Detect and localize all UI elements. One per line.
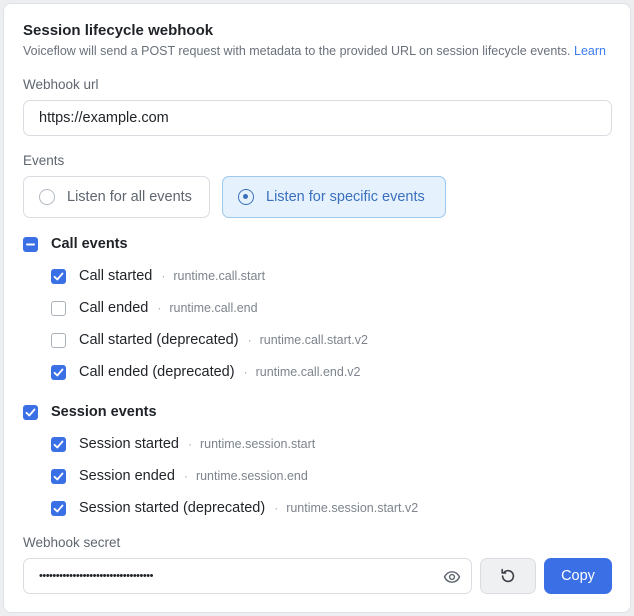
webhook-settings-card: Session lifecycle webhook Voiceflow will… [3, 3, 631, 613]
refresh-icon [501, 568, 515, 583]
event-checkbox[interactable] [51, 436, 66, 452]
radio-unselected-icon [39, 189, 55, 205]
separator-dot: · [161, 269, 166, 283]
event-label: Call ended (deprecated) [79, 364, 235, 380]
session-events-checkbox[interactable] [23, 404, 38, 420]
event-label: Session started (deprecated) [79, 500, 266, 516]
listen-specific-events-option[interactable]: Listen for specific events [222, 176, 446, 218]
group-call-events: Call events [23, 234, 128, 254]
separator-dot: · [157, 301, 162, 315]
event-row: Call ended (deprecated) · runtime.call.e… [51, 362, 361, 382]
event-checkbox[interactable] [51, 268, 66, 284]
event-label: Session ended [79, 468, 175, 484]
section-description: Voiceflow will send a POST request with … [23, 44, 606, 58]
listen-all-label: Listen for all events [67, 189, 192, 205]
check-icon [53, 472, 64, 480]
separator-dot: · [187, 437, 192, 451]
webhook-url-label: Webhook url [23, 77, 99, 92]
webhook-secret-masked-value: •••••••••••••••••••••••••••••••••• [39, 570, 153, 582]
section-title: Session lifecycle webhook [23, 22, 214, 39]
check-icon [25, 408, 36, 416]
listen-specific-label: Listen for specific events [266, 189, 425, 205]
event-label: Call started (deprecated) [79, 332, 239, 348]
webhook-secret-label: Webhook secret [23, 535, 121, 550]
event-checkbox[interactable] [51, 332, 66, 348]
separator-dot: · [183, 469, 188, 483]
webhook-url-value: https://example.com [39, 110, 169, 126]
event-key: runtime.session.start [199, 437, 316, 451]
event-row: Session ended · runtime.session.end [51, 466, 308, 486]
check-icon [53, 272, 64, 280]
radio-selected-icon [238, 189, 254, 205]
separator-dot: · [274, 501, 279, 515]
event-key: runtime.call.start [173, 269, 266, 283]
event-row: Session started · runtime.session.start [51, 434, 315, 454]
event-row: Call started · runtime.call.start [51, 266, 265, 286]
event-row: Session started (deprecated) · runtime.s… [51, 498, 418, 518]
webhook-url-input[interactable]: https://example.com [23, 100, 612, 136]
event-key: runtime.session.start.v2 [286, 501, 419, 515]
separator-dot: · [247, 333, 252, 347]
event-label: Call ended [79, 300, 149, 316]
group-label: Call events [51, 236, 128, 252]
event-checkbox[interactable] [51, 468, 66, 484]
event-checkbox[interactable] [51, 364, 66, 380]
learn-link[interactable]: Learn [574, 44, 606, 58]
eye-icon[interactable] [443, 568, 461, 591]
call-events-checkbox[interactable] [23, 236, 38, 252]
event-label: Session started [79, 436, 179, 452]
eye-icon-graphic [443, 571, 461, 583]
event-row: Call started (deprecated) · runtime.call… [51, 330, 368, 350]
events-label: Events [23, 153, 65, 168]
minus-icon [26, 243, 35, 245]
check-icon [53, 368, 64, 376]
check-icon [53, 440, 64, 448]
group-session-events: Session events [23, 402, 157, 422]
event-checkbox[interactable] [51, 300, 66, 316]
copy-secret-button[interactable]: Copy [544, 558, 612, 594]
event-key: runtime.call.end [169, 301, 258, 315]
listen-all-events-option[interactable]: Listen for all events [23, 176, 210, 218]
separator-dot: · [243, 365, 248, 379]
webhook-secret-field[interactable]: •••••••••••••••••••••••••••••••••• [23, 558, 472, 594]
event-checkbox[interactable] [51, 500, 66, 516]
description-text: Voiceflow will send a POST request with … [23, 44, 571, 58]
check-icon [53, 504, 64, 512]
event-key: runtime.session.end [195, 469, 308, 483]
event-row: Call ended · runtime.call.end [51, 298, 258, 318]
regenerate-secret-button[interactable] [480, 558, 536, 594]
event-label: Call started [79, 268, 153, 284]
group-label: Session events [51, 404, 157, 420]
event-key: runtime.call.start.v2 [259, 333, 368, 347]
event-key: runtime.call.end.v2 [255, 365, 361, 379]
